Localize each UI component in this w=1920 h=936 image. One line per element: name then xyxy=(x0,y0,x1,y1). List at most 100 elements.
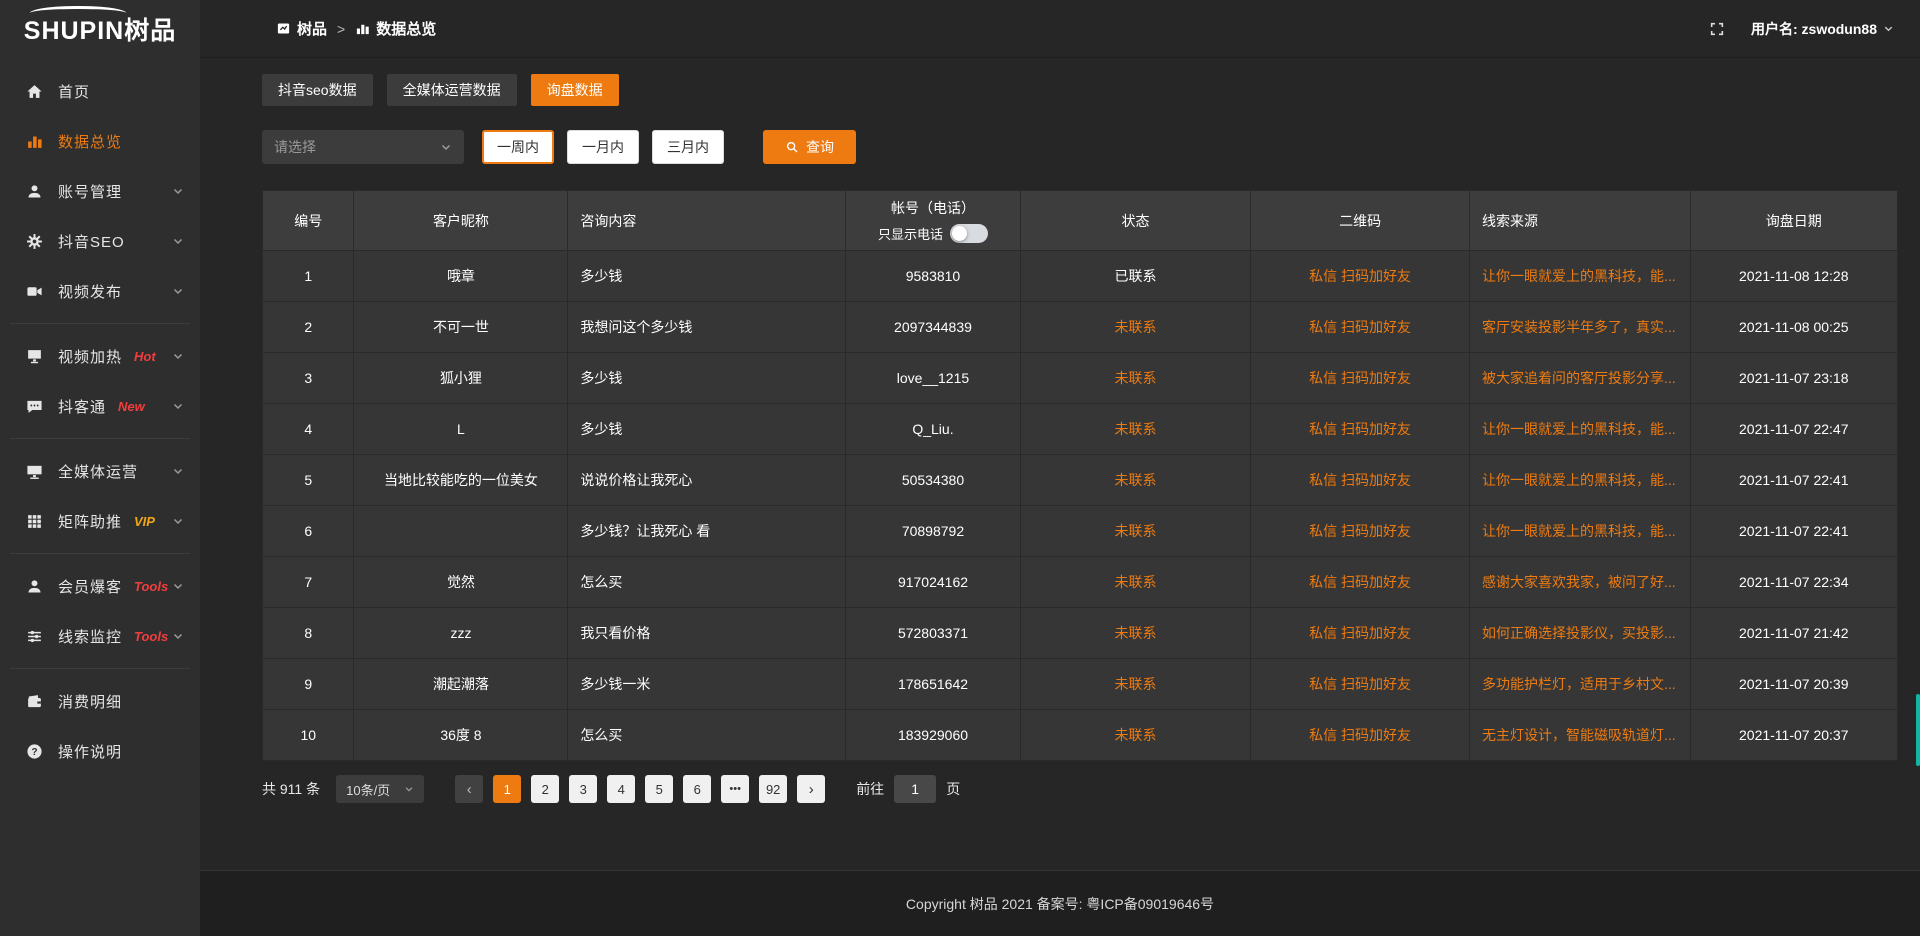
cell-source-link[interactable]: 让你一眼就爱上的黑科技，能... xyxy=(1470,251,1691,302)
sidebar-item-label: 抖音SEO xyxy=(58,231,125,252)
page-button-92[interactable]: 92 xyxy=(759,775,787,803)
sidebar-item-12[interactable]: ? 操作说明 xyxy=(0,726,200,776)
app-logo[interactable]: SHUPIN树品 xyxy=(0,0,200,58)
cell-qrcode-link[interactable]: 私信 扫码加好友 xyxy=(1251,557,1470,608)
pager-ellipsis[interactable]: ••• xyxy=(721,775,749,803)
cell-content: 多少钱 xyxy=(568,353,846,404)
cell-phone: Q_Liu. xyxy=(846,404,1021,455)
cell-content: 怎么买 xyxy=(568,710,846,761)
cell-qrcode-link[interactable]: 私信 扫码加好友 xyxy=(1251,353,1470,404)
inquiry-table-wrap: 编号客户昵称咨询内容帐号（电话）只显示电话状态二维码线索来源询盘日期 1哦章多少… xyxy=(262,190,1898,761)
cell-source-link[interactable]: 让你一眼就爱上的黑科技，能... xyxy=(1470,455,1691,506)
prev-page-button[interactable]: ‹ xyxy=(455,775,483,803)
range-button-1[interactable]: 一月内 xyxy=(567,130,639,164)
user-icon xyxy=(26,183,43,200)
scrollbar-thumb[interactable] xyxy=(1916,694,1920,766)
sidebar-item-label: 操作说明 xyxy=(58,741,122,762)
username-value: zswodun88 xyxy=(1802,21,1877,37)
logo-arc-decoration xyxy=(30,6,126,20)
cell-source-link[interactable]: 客厅安装投影半年多了，真实... xyxy=(1470,302,1691,353)
divider xyxy=(10,323,190,324)
cell-qrcode-link[interactable]: 私信 扫码加好友 xyxy=(1251,506,1470,557)
cell-source-link[interactable]: 让你一眼就爱上的黑科技，能... xyxy=(1470,506,1691,557)
cell-phone: love__1215 xyxy=(846,353,1021,404)
sidebar-item-9[interactable]: 会员爆客Tools xyxy=(0,561,200,611)
page-button-6[interactable]: 6 xyxy=(683,775,711,803)
sidebar-item-11[interactable]: 消费明细 xyxy=(0,676,200,726)
tab-0[interactable]: 抖音seo数据 xyxy=(262,74,373,106)
sidebar-item-label: 会员爆客 xyxy=(58,576,122,597)
user-icon xyxy=(26,578,43,595)
chat-icon xyxy=(26,398,43,415)
cell-qrcode-link[interactable]: 私信 扫码加好友 xyxy=(1251,404,1470,455)
chevron-down-icon xyxy=(172,630,184,642)
chevron-down-icon xyxy=(172,465,184,477)
cell-content: 多少钱一米 xyxy=(568,659,846,710)
cell-source-link[interactable]: 让你一眼就爱上的黑科技，能... xyxy=(1470,404,1691,455)
cell-qrcode-link[interactable]: 私信 扫码加好友 xyxy=(1251,659,1470,710)
cell-date: 2021-11-08 00:25 xyxy=(1690,302,1897,353)
breadcrumb: 树品 > 数据总览 xyxy=(276,18,436,39)
account-select[interactable]: 请选择 xyxy=(262,130,464,164)
column-header-status: 状态 xyxy=(1020,191,1250,251)
cell-id: 5 xyxy=(263,455,354,506)
sidebar-item-label: 线索监控 xyxy=(58,626,122,647)
sidebar-item-1[interactable]: 数据总览 xyxy=(0,116,200,166)
cell-qrcode-link[interactable]: 私信 扫码加好友 xyxy=(1251,710,1470,761)
cell-id: 8 xyxy=(263,608,354,659)
range-button-0[interactable]: 一周内 xyxy=(482,130,554,164)
query-button[interactable]: 查询 xyxy=(763,130,856,164)
cell-qrcode-link[interactable]: 私信 扫码加好友 xyxy=(1251,455,1470,506)
page-button-2[interactable]: 2 xyxy=(531,775,559,803)
sidebar-item-4[interactable]: 视频发布 xyxy=(0,266,200,316)
goto-page-input[interactable] xyxy=(894,775,936,803)
page-size-select[interactable]: 10条/页 xyxy=(336,775,424,803)
cell-qrcode-link[interactable]: 私信 扫码加好友 xyxy=(1251,302,1470,353)
breadcrumb-app[interactable]: 树品 xyxy=(297,18,327,39)
fullscreen-icon[interactable] xyxy=(1709,21,1725,37)
question-icon: ? xyxy=(26,743,43,760)
goto-label: 前往 xyxy=(856,779,884,799)
tab-2[interactable]: 询盘数据 xyxy=(531,74,619,106)
page-button-4[interactable]: 4 xyxy=(607,775,635,803)
gear-icon xyxy=(26,233,43,250)
sidebar-item-6[interactable]: 抖客通New xyxy=(0,381,200,431)
page-button-1[interactable]: 1 xyxy=(493,775,521,803)
cell-source-link[interactable]: 感谢大家喜欢我家，被问了好... xyxy=(1470,557,1691,608)
sidebar-item-2[interactable]: 账号管理 xyxy=(0,166,200,216)
cell-phone: 9583810 xyxy=(846,251,1021,302)
cell-status: 未联系 xyxy=(1020,506,1250,557)
goto-suffix: 页 xyxy=(946,779,960,799)
sidebar-item-7[interactable]: 全媒体运营 xyxy=(0,446,200,496)
cell-phone: 572803371 xyxy=(846,608,1021,659)
badge: Hot xyxy=(134,349,156,364)
user-menu[interactable]: 用户名: zswodun88 xyxy=(1751,19,1894,39)
cell-status: 未联系 xyxy=(1020,353,1250,404)
cell-source-link[interactable]: 多功能护栏灯，适用于乡村文... xyxy=(1470,659,1691,710)
sidebar-item-0[interactable]: 首页 xyxy=(0,66,200,116)
next-page-button[interactable]: › xyxy=(797,775,825,803)
page-button-5[interactable]: 5 xyxy=(645,775,673,803)
table-row: 1哦章多少钱9583810已联系私信 扫码加好友让你一眼就爱上的黑科技，能...… xyxy=(263,251,1898,302)
cell-source-link[interactable]: 被大家追着问的客厅投影分享... xyxy=(1470,353,1691,404)
heat-icon xyxy=(26,348,43,365)
cell-date: 2021-11-07 22:41 xyxy=(1690,455,1897,506)
cell-qrcode-link[interactable]: 私信 扫码加好友 xyxy=(1251,608,1470,659)
cell-id: 7 xyxy=(263,557,354,608)
cell-source-link[interactable]: 如何正确选择投影仪，买投影... xyxy=(1470,608,1691,659)
total-count: 共 911 条 xyxy=(262,779,320,799)
tab-1[interactable]: 全媒体运营数据 xyxy=(387,74,517,106)
sidebar-item-5[interactable]: 视频加热Hot xyxy=(0,331,200,381)
phone-only-toggle[interactable] xyxy=(950,224,988,243)
page-button-3[interactable]: 3 xyxy=(569,775,597,803)
cell-qrcode-link[interactable]: 私信 扫码加好友 xyxy=(1251,251,1470,302)
cell-source-link[interactable]: 无主灯设计，智能磁吸轨道灯... xyxy=(1470,710,1691,761)
range-button-2[interactable]: 三月内 xyxy=(652,130,724,164)
badge: Tools xyxy=(134,629,168,644)
chevron-down-icon xyxy=(404,784,414,794)
cell-content: 多少钱？让我死心 看 xyxy=(568,506,846,557)
sidebar-item-10[interactable]: 线索监控 Tools xyxy=(0,611,200,661)
cell-phone: 50534380 xyxy=(846,455,1021,506)
sidebar-item-3[interactable]: 抖音SEO xyxy=(0,216,200,266)
sidebar-item-8[interactable]: 矩阵助推VIP xyxy=(0,496,200,546)
